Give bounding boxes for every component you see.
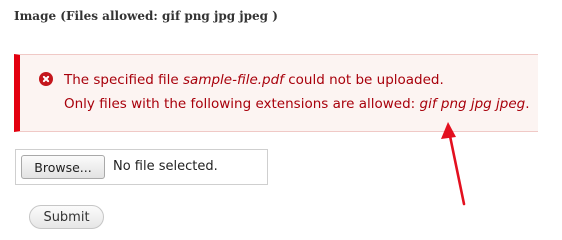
submit-button[interactable]: Submit (29, 205, 104, 229)
file-upload-field[interactable]: Browse... No file selected. (15, 149, 268, 185)
allowed-text-suffix: . (525, 96, 530, 112)
error-text-prefix: The specified file (64, 72, 184, 88)
allowed-text-prefix: Only files with the following extensions… (64, 96, 420, 112)
browse-button[interactable]: Browse... (21, 155, 105, 179)
error-line-allowed-extensions: Only files with the following extensions… (64, 96, 530, 112)
error-text-suffix: could not be uploaded. (283, 72, 444, 88)
allowed-extensions: gif png jpg jpeg (419, 96, 526, 112)
error-x-circle-icon (39, 72, 53, 86)
file-status-text: No file selected. (113, 159, 218, 174)
error-line-upload-failed: The specified file sample-file.pdf could… (64, 72, 444, 88)
error-filename: sample-file.pdf (183, 72, 284, 88)
field-label: Image (Files allowed: gif png jpg jpeg ) (14, 9, 278, 23)
error-message-box: The specified file sample-file.pdf could… (14, 54, 538, 132)
annotation-arrow-shaft (448, 134, 466, 206)
